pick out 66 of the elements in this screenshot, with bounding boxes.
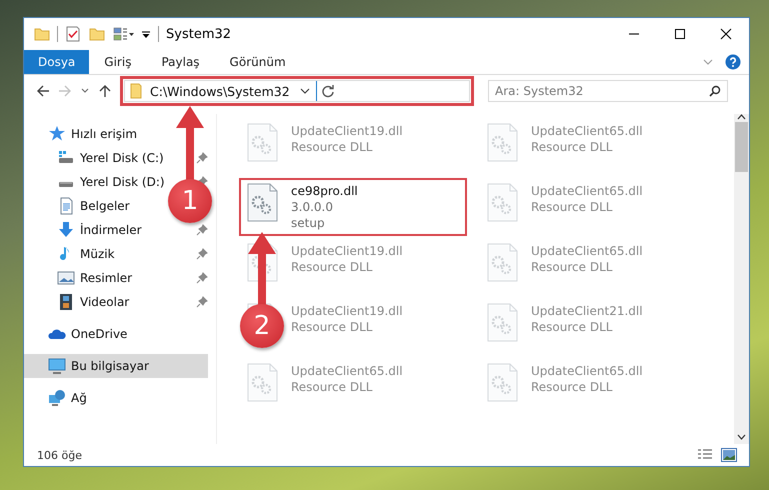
download-arrow-icon bbox=[57, 221, 75, 239]
checklist-icon[interactable] bbox=[65, 26, 81, 42]
folder-icon bbox=[34, 26, 50, 42]
scrollbar[interactable] bbox=[734, 114, 749, 444]
folder-icon bbox=[130, 83, 144, 99]
item-count: 106 öğe bbox=[37, 448, 83, 462]
ribbon-tab[interactable]: Görünüm bbox=[214, 50, 301, 74]
drive-icon bbox=[59, 182, 73, 186]
file-name: UpdateClient65.dll bbox=[531, 123, 643, 139]
navigation-item[interactable]: Ağ bbox=[24, 386, 91, 410]
ribbon-tab[interactable]: Paylaş bbox=[146, 50, 215, 74]
forward-icon bbox=[58, 84, 72, 98]
close-icon bbox=[720, 28, 732, 40]
file-detail: Resource DLL bbox=[291, 379, 374, 395]
navigation-item[interactable]: Bu bilgisayar bbox=[24, 354, 208, 378]
file-detail: Resource DLL bbox=[291, 319, 374, 335]
file-item[interactable]: ce98pro.dll 3.0.0.0 setup bbox=[239, 178, 467, 236]
navigation-item[interactable]: Yerel Disk (D:) bbox=[24, 170, 169, 194]
file-detail: Resource DLL bbox=[531, 319, 614, 335]
star-icon bbox=[48, 125, 66, 143]
refresh-icon[interactable] bbox=[321, 84, 335, 98]
file-name: UpdateClient65.dll bbox=[291, 363, 403, 379]
film-icon bbox=[57, 293, 75, 311]
file-detail: setup bbox=[291, 215, 326, 231]
back-icon bbox=[36, 84, 50, 98]
scroll-down-icon bbox=[737, 434, 746, 440]
navigation-item[interactable]: Belgeler bbox=[24, 194, 134, 218]
file-name: UpdateClient21.dll bbox=[531, 303, 643, 319]
file-name: UpdateClient65.dll bbox=[531, 183, 643, 199]
file-name: ce98pro.dll bbox=[291, 183, 358, 199]
file-name: UpdateClient65.dll bbox=[531, 243, 643, 259]
window-title: System32 bbox=[166, 26, 232, 42]
chevron-down-icon[interactable] bbox=[300, 88, 310, 94]
up-icon bbox=[98, 84, 112, 98]
navigation-item[interactable]: Resimler bbox=[24, 266, 136, 290]
file-name: UpdateClient19.dll bbox=[291, 303, 403, 319]
monitor-icon bbox=[48, 357, 66, 375]
search-icon bbox=[709, 85, 721, 97]
network-icon bbox=[48, 389, 66, 407]
navigation-item[interactable]: Müzik bbox=[24, 242, 119, 266]
file-detail: Resource DLL bbox=[291, 139, 374, 155]
navigation-item[interactable]: Videolar bbox=[24, 290, 134, 314]
navigation-item[interactable]: Yerel Disk (C:) bbox=[24, 146, 168, 170]
file-detail: Resource DLL bbox=[291, 259, 374, 275]
large-icons-view-icon[interactable] bbox=[721, 448, 737, 462]
file-detail: 3.0.0.0 bbox=[291, 199, 334, 215]
file-detail: Resource DLL bbox=[531, 139, 614, 155]
scroll-up-icon bbox=[737, 114, 746, 120]
file-name: UpdateClient19.dll bbox=[291, 243, 403, 259]
help-icon[interactable] bbox=[725, 54, 741, 70]
file-detail: Resource DLL bbox=[531, 259, 614, 275]
maximize-icon bbox=[674, 28, 686, 40]
file-detail: Resource DLL bbox=[531, 379, 614, 395]
file-detail: Resource DLL bbox=[531, 199, 614, 215]
scrollbar-thumb[interactable] bbox=[735, 122, 748, 172]
ribbon-tab[interactable]: Giriş bbox=[89, 50, 146, 74]
picture-icon bbox=[57, 269, 75, 287]
dropdown-icon[interactable] bbox=[141, 29, 151, 39]
navigation-item[interactable]: Hızlı erişim bbox=[24, 122, 142, 146]
view-icon[interactable] bbox=[113, 26, 135, 42]
navigation-item[interactable]: İndirmeler bbox=[24, 218, 146, 242]
search-field[interactable]: Ara: System32 bbox=[488, 80, 728, 102]
navigation-item[interactable]: OneDrive bbox=[24, 322, 132, 346]
file-name: UpdateClient65.dll bbox=[531, 363, 643, 379]
ribbon-tab[interactable]: Dosya bbox=[24, 50, 90, 74]
file-name: UpdateClient19.dll bbox=[291, 123, 403, 139]
